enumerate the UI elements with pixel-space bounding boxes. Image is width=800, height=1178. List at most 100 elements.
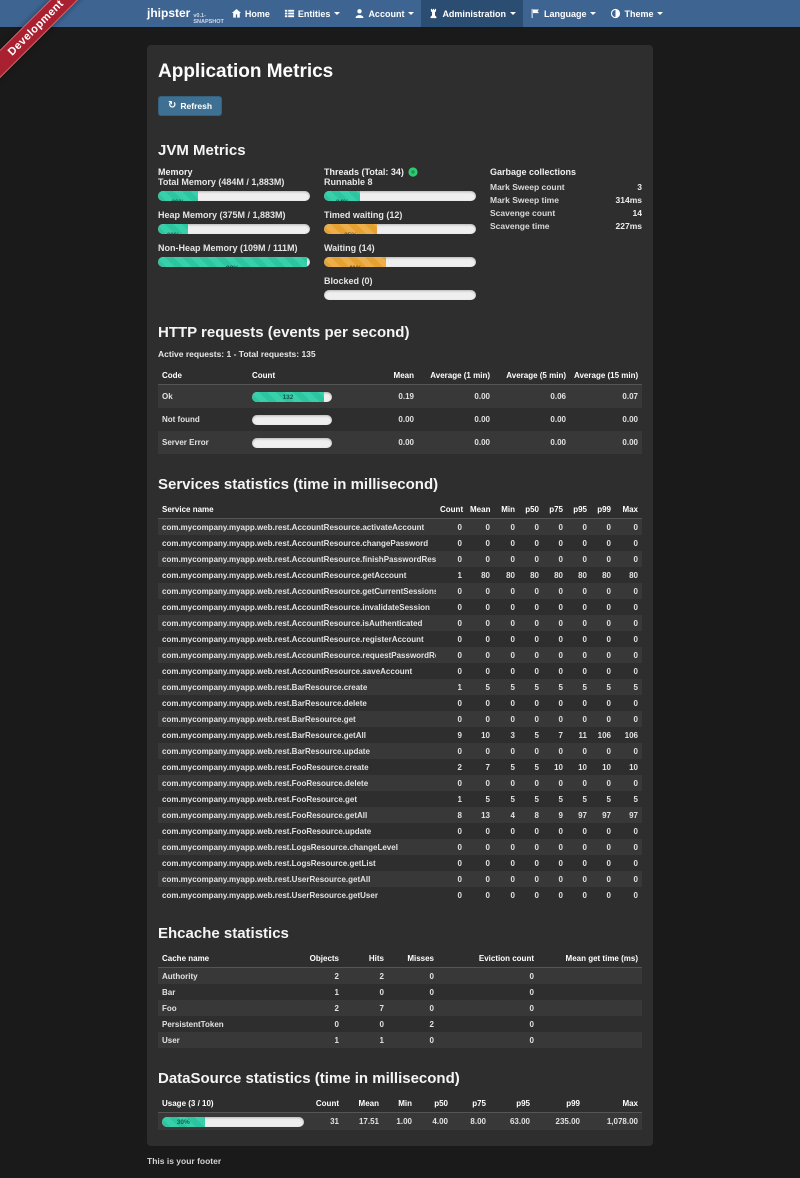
table-cell: 0 xyxy=(519,743,543,759)
table-cell: 0 xyxy=(567,839,591,855)
table-cell: com.mycompany.myapp.web.rest.AccountReso… xyxy=(158,583,436,599)
table-cell xyxy=(538,1032,642,1048)
progress-bar-track xyxy=(252,438,332,448)
table-cell: 10 xyxy=(615,759,642,775)
table-cell: 5 xyxy=(567,679,591,695)
table-cell: 0 xyxy=(519,695,543,711)
column-header: p95 xyxy=(490,1095,534,1113)
table-cell: 0 xyxy=(591,775,615,791)
brand-link[interactable]: jhipster v0.1-SNAPSHOT xyxy=(147,0,224,27)
user-icon xyxy=(354,8,365,19)
http-requests-summary: Active requests: 1 - Total requests: 135 xyxy=(158,349,642,359)
table-cell: 0 xyxy=(591,583,615,599)
nav-link-theme[interactable]: Theme xyxy=(603,0,670,27)
table-cell: com.mycompany.myapp.web.rest.BarResource… xyxy=(158,679,436,695)
column-header: Average (5 min) xyxy=(494,367,570,385)
table-cell: com.mycompany.myapp.web.rest.AccountReso… xyxy=(158,615,436,631)
nav-link-language[interactable]: Language xyxy=(523,0,604,27)
table-cell: 0 xyxy=(436,711,466,727)
table-cell: 0 xyxy=(519,583,543,599)
progress-bar-fill: 35% xyxy=(324,224,377,234)
table-cell xyxy=(538,1000,642,1016)
table-row: Ok1320.190.000.060.07 xyxy=(158,385,642,409)
table-cell: 0 xyxy=(436,823,466,839)
table-cell: 0 xyxy=(436,647,466,663)
table-cell: 0 xyxy=(438,984,538,1000)
table-cell: 0 xyxy=(519,855,543,871)
progress-bar-value: 35% xyxy=(344,232,357,234)
table-cell: 0 xyxy=(494,663,519,679)
table-cell: 0.00 xyxy=(348,408,418,431)
nav-item-label: Entities xyxy=(298,9,331,19)
table-cell: 5 xyxy=(543,679,567,695)
table-row: com.mycompany.myapp.web.rest.BarResource… xyxy=(158,695,642,711)
table-cell: 0 xyxy=(615,711,642,727)
table-cell: 0 xyxy=(519,823,543,839)
table-cell: 0 xyxy=(615,887,642,903)
gc-label: Mark Sweep count xyxy=(490,180,602,193)
refresh-button[interactable]: ↻ Refresh xyxy=(158,96,222,116)
table-cell: 0 xyxy=(567,743,591,759)
table-cell: 0 xyxy=(519,663,543,679)
table-cell: Not found xyxy=(158,408,248,431)
table-cell: 0.00 xyxy=(570,408,642,431)
nav-link-entities[interactable]: Entities xyxy=(277,0,348,27)
column-header: Min xyxy=(494,501,519,519)
table-cell: 5 xyxy=(519,791,543,807)
table-cell: 0 xyxy=(494,775,519,791)
table-cell: 80 xyxy=(494,567,519,583)
nav-link-home[interactable]: Home xyxy=(224,0,277,27)
column-header: Average (15 min) xyxy=(570,367,642,385)
table-cell: 0 xyxy=(494,647,519,663)
table-cell: 0 xyxy=(543,743,567,759)
table-cell: 9 xyxy=(543,807,567,823)
table-cell: 0 xyxy=(519,887,543,903)
gc-label: Mark Sweep time xyxy=(490,193,602,206)
chevron-down-icon xyxy=(408,12,414,15)
table-cell: 17.51 xyxy=(343,1113,383,1131)
navbar: jhipster v0.1-SNAPSHOT Home Entities Accou… xyxy=(0,0,800,27)
table-cell: 0 xyxy=(436,615,466,631)
navbar-menu: Home Entities AccountAdministrationLanguag… xyxy=(224,0,671,27)
table-cell: com.mycompany.myapp.web.rest.AccountReso… xyxy=(158,663,436,679)
progress-bar-fill: 30% xyxy=(162,1117,205,1127)
table-cell: 0 xyxy=(543,775,567,791)
table-cell: PersistentToken xyxy=(158,1016,293,1032)
table-row: Bar1000 xyxy=(158,984,642,1000)
progress-bar-track: 24% xyxy=(324,191,476,201)
nav-item-administration: Administration xyxy=(421,0,523,27)
progress-bar-value: 26% xyxy=(171,199,184,201)
column-header: Mean xyxy=(348,367,418,385)
table-cell: 7 xyxy=(466,759,494,775)
table-cell: 0 xyxy=(466,615,494,631)
thread-dump-eye-icon[interactable] xyxy=(408,167,418,177)
table-row: com.mycompany.myapp.web.rest.BarResource… xyxy=(158,679,642,695)
table-cell: 5 xyxy=(519,759,543,775)
table-cell: 0 xyxy=(436,599,466,615)
column-header: Cache name xyxy=(158,950,293,968)
ehcache-heading: Ehcache statistics xyxy=(158,925,642,942)
table-row: com.mycompany.myapp.web.rest.AccountReso… xyxy=(158,663,642,679)
table-cell: 0 xyxy=(343,984,388,1000)
table-cell: 0 xyxy=(494,583,519,599)
table-cell: 9 xyxy=(436,727,466,743)
table-row: com.mycompany.myapp.web.rest.BarResource… xyxy=(158,743,642,759)
table-row: com.mycompany.myapp.web.rest.AccountReso… xyxy=(158,519,642,536)
table-cell: 132 xyxy=(248,385,348,409)
table-row: com.mycompany.myapp.web.rest.FooResource… xyxy=(158,759,642,775)
table-row: Foo2700 xyxy=(158,1000,642,1016)
metric-label: Timed waiting (12) xyxy=(324,210,476,220)
table-cell: 0 xyxy=(615,519,642,536)
table-cell: Bar xyxy=(158,984,293,1000)
nav-link-administration[interactable]: Administration xyxy=(421,0,523,27)
table-cell: 0.00 xyxy=(418,408,494,431)
nav-link-account[interactable]: Account xyxy=(347,0,421,27)
column-header: Count xyxy=(308,1095,343,1113)
table-cell: 0 xyxy=(567,519,591,536)
progress-bar-value: 24% xyxy=(336,199,349,201)
table-cell: 0 xyxy=(436,887,466,903)
table-cell: 0 xyxy=(591,551,615,567)
progress-bar-track: 26% xyxy=(158,191,310,201)
table-cell: 0 xyxy=(466,887,494,903)
column-header: p99 xyxy=(534,1095,584,1113)
